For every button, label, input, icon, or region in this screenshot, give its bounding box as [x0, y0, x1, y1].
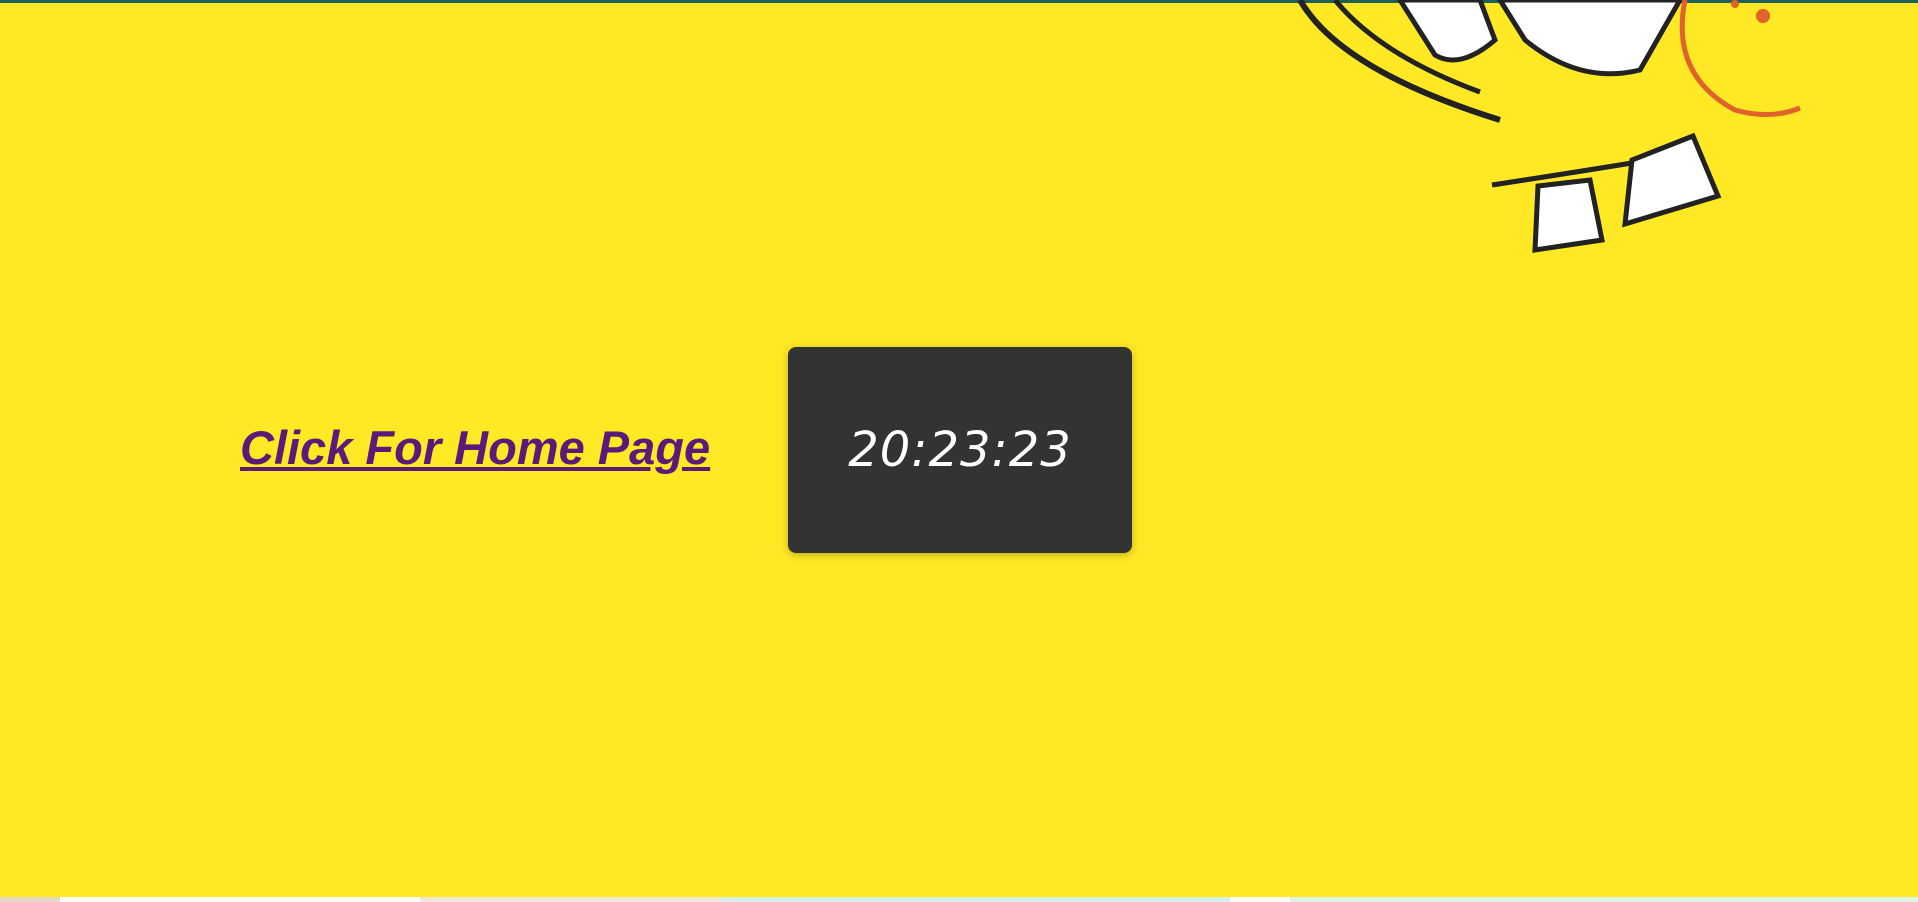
home-page-link[interactable]: Click For Home Page — [240, 420, 710, 475]
digital-clock: 20:23:23 — [788, 347, 1132, 553]
clock-time: 20:23:23 — [848, 422, 1072, 478]
bottom-strip — [0, 897, 1918, 902]
cartoon-face-illustration — [1297, 0, 1801, 253]
